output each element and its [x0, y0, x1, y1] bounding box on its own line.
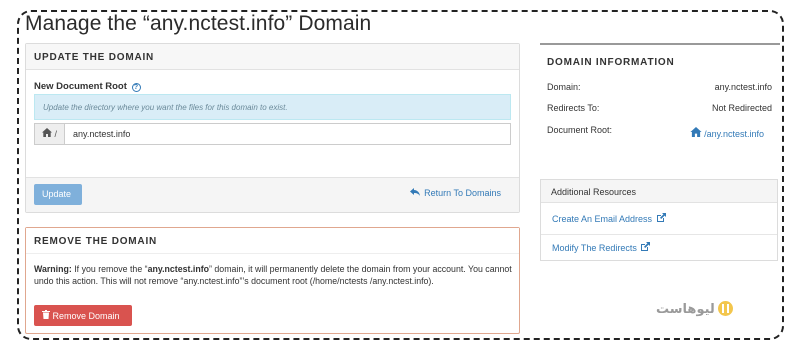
- document-root-input[interactable]: any.nctest.info: [73, 129, 130, 139]
- update-button[interactable]: Update: [34, 184, 82, 205]
- remove-domain-heading: REMOVE THE DOMAIN: [26, 228, 519, 254]
- home-icon: [690, 127, 702, 139]
- external-link-icon: [641, 242, 651, 253]
- document-root-input-group: / any.nctest.info: [34, 123, 511, 145]
- update-panel-footer: Update Return To Domains: [26, 177, 519, 212]
- info-label-domain: Domain:: [547, 82, 581, 92]
- info-row-domain: Domain: any.nctest.info: [547, 82, 772, 92]
- warning-label: Warning:: [34, 264, 72, 274]
- return-arrow-icon: [409, 188, 423, 198]
- home-prefix: /: [35, 124, 65, 144]
- page-title: Manage the “any.nctest.info” Domain: [25, 12, 372, 35]
- document-root-link-text: /any.nctest.info: [704, 129, 764, 139]
- home-icon: [42, 128, 55, 139]
- liohost-logo: ليوهاست: [656, 301, 733, 317]
- create-email-link[interactable]: Create An Email Address: [552, 213, 666, 224]
- document-root-label-text: New Document Root: [34, 81, 127, 92]
- info-value-domain: any.nctest.info: [714, 82, 772, 92]
- create-email-label: Create An Email Address: [552, 214, 653, 224]
- update-domain-heading: UPDATE THE DOMAIN: [26, 44, 519, 70]
- modify-redirects-label: Modify The Redirects: [552, 243, 637, 253]
- info-row-redirects: Redirects To: Not Redirected: [547, 103, 772, 113]
- domain-information-heading: DOMAIN INFORMATION: [540, 43, 780, 75]
- help-icon[interactable]: ?: [131, 83, 141, 92]
- warning-domain: any.nctest.info: [147, 264, 210, 274]
- return-link-label: Return To Domains: [424, 188, 501, 198]
- logo-text: ليوهاست: [656, 302, 715, 317]
- external-link-icon: [656, 213, 666, 224]
- logo-mark-icon: [717, 301, 733, 316]
- additional-resources-panel: Additional Resources Create An Email Add…: [540, 179, 778, 261]
- remove-domain-panel: REMOVE THE DOMAIN Warning: If you remove…: [25, 227, 520, 334]
- info-label-document-root: Document Root:: [547, 125, 613, 135]
- additional-resources-heading: Additional Resources: [541, 180, 777, 203]
- path-prefix: /: [54, 129, 58, 139]
- warning-part1: If you remove the “: [71, 264, 148, 274]
- info-row-document-root: Document Root: /any.nctest.info: [547, 125, 772, 139]
- document-root-label: New Document Root ?: [34, 81, 141, 92]
- return-to-domains-link[interactable]: Return To Domains: [409, 188, 501, 198]
- trash-icon: [42, 310, 53, 321]
- remove-warning-text: Warning: If you remove the “any.nctest.i…: [34, 264, 514, 287]
- update-domain-panel: UPDATE THE DOMAIN New Document Root ? Up…: [25, 43, 520, 213]
- info-label-redirects: Redirects To:: [547, 103, 600, 113]
- remove-button-label: Remove Domain: [52, 311, 120, 321]
- info-value-redirects: Not Redirected: [711, 103, 772, 113]
- remove-domain-button[interactable]: Remove Domain: [34, 305, 132, 326]
- modify-redirects-link[interactable]: Modify The Redirects: [552, 242, 651, 253]
- document-root-link[interactable]: /any.nctest.info: [690, 127, 764, 139]
- resources-divider: [541, 234, 777, 235]
- document-root-hint: Update the directory where you want the …: [34, 94, 511, 120]
